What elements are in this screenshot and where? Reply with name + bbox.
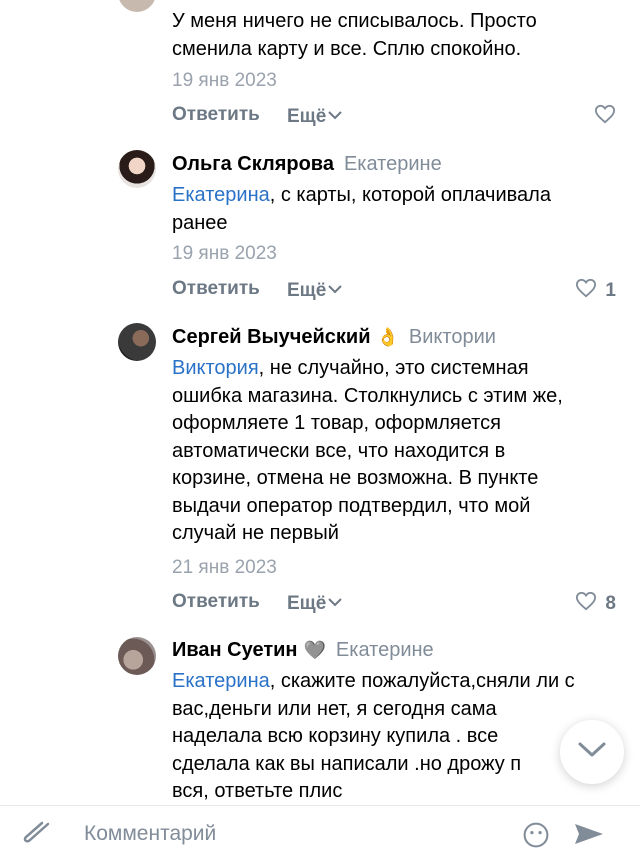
comment-actions: Ответить Ещё 8 <box>172 591 622 619</box>
chevron-down-icon <box>328 104 342 126</box>
comment-text: Виктория, не случайно, это системная оши… <box>172 355 622 548</box>
reply-button[interactable]: Ответить <box>172 591 260 613</box>
author-name[interactable]: Ольга Склярова <box>172 153 334 175</box>
comment-date: 21 янв 2023 <box>172 557 277 578</box>
avatar[interactable] <box>118 637 156 675</box>
ok-hand-emoji: 👌 <box>376 327 399 347</box>
like-button[interactable]: 1 <box>575 278 616 304</box>
send-icon[interactable] <box>572 820 606 851</box>
more-label: Ещё <box>287 593 327 614</box>
chevron-down-icon <box>328 278 342 300</box>
like-count: 8 <box>605 593 616 614</box>
reply-to[interactable]: Виктории <box>409 326 496 348</box>
reply-to[interactable]: Екатерине <box>344 153 442 175</box>
more-label: Ещё <box>287 280 327 301</box>
comment-composer: Комментарий <box>0 805 640 848</box>
comment-text: Екатерина, с карты, которой оплачивала р… <box>172 182 622 237</box>
more-label: Ещё <box>287 106 327 127</box>
like-button[interactable]: 8 <box>575 591 616 617</box>
comment-actions: Ответить Ещё <box>172 104 622 132</box>
mention-link[interactable]: Виктория <box>172 357 259 379</box>
chevron-down-icon <box>328 591 342 613</box>
smile-icon[interactable] <box>520 822 552 853</box>
like-button[interactable] <box>594 104 616 130</box>
author-name[interactable]: Иван Суетин <box>172 639 298 661</box>
comment-date: 19 янв 2023 <box>172 243 277 264</box>
comment-header: Сергей Выучейский 👌 Виктории <box>172 326 496 349</box>
comment-text: У меня ничего не списывалось. Просто сме… <box>172 10 537 60</box>
more-button[interactable]: Ещё <box>287 591 342 615</box>
mention-link[interactable]: Екатерина <box>172 670 270 692</box>
comment-header: Ольга Склярова Екатерине <box>172 153 442 176</box>
reply-button[interactable]: Ответить <box>172 278 260 300</box>
heart-icon <box>575 591 597 617</box>
avatar[interactable] <box>118 150 156 188</box>
avatar[interactable] <box>118 0 156 12</box>
more-button[interactable]: Ещё <box>287 104 342 128</box>
like-count: 1 <box>605 280 616 301</box>
more-button[interactable]: Ещё <box>287 278 342 302</box>
author-name[interactable]: Сергей Выучейский <box>172 326 371 348</box>
avatar[interactable] <box>118 323 156 361</box>
reply-to[interactable]: Екатерине <box>336 639 434 661</box>
chevron-down-icon <box>577 741 607 764</box>
scroll-down-button[interactable] <box>560 720 624 784</box>
comments-feed[interactable]: У меня ничего не списывалось. Просто сме… <box>0 0 640 805</box>
comment-text: Екатерина, скажите пожалуйста,сняли ли с… <box>172 668 622 805</box>
comment-actions: Ответить Ещё 1 <box>172 278 622 306</box>
paperclip-icon[interactable] <box>20 820 54 851</box>
comment-input[interactable]: Комментарий <box>84 822 216 846</box>
comment-header: Иван Суетин 🩶 Екатерине <box>172 639 434 662</box>
comment-date: 19 янв 2023 <box>172 70 277 91</box>
reply-button[interactable]: Ответить <box>172 104 260 126</box>
comment-body: , не случайно, это системная ошибка мага… <box>172 357 563 544</box>
heart-icon <box>594 104 616 130</box>
heart-icon <box>575 278 597 304</box>
mention-link[interactable]: Екатерина <box>172 184 270 206</box>
grey-heart-emoji: 🩶 <box>303 640 326 660</box>
